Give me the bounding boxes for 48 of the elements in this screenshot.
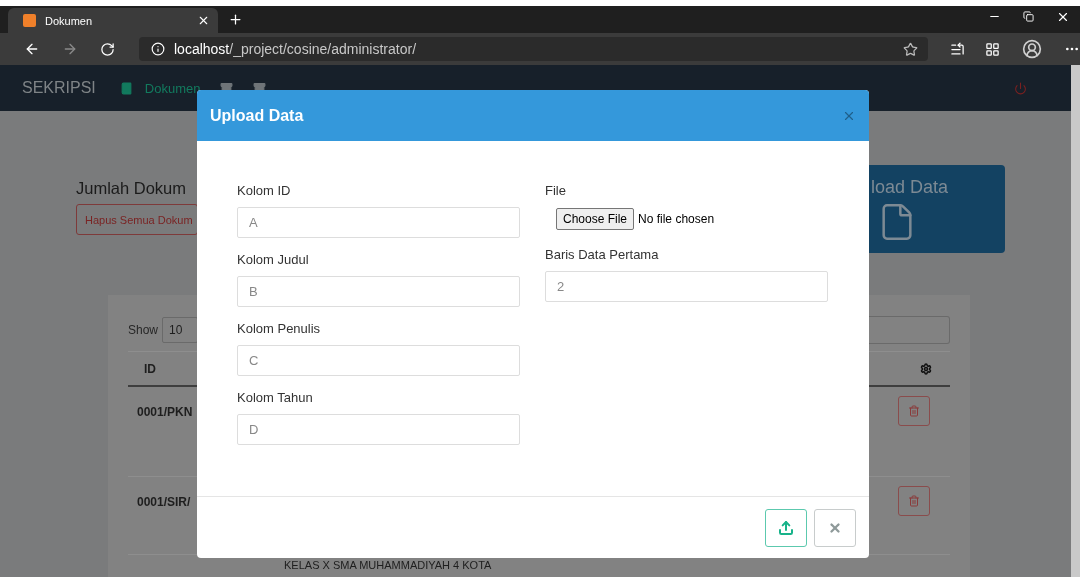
- dialog-title: Upload Data: [210, 106, 305, 125]
- restore-icon[interactable]: [1023, 9, 1034, 24]
- close-tab-icon[interactable]: [197, 14, 210, 27]
- info-icon: [151, 42, 165, 56]
- upload-icon: [778, 519, 794, 536]
- table-cell-text: 0001/PKN: [137, 404, 193, 419]
- favorites-icon[interactable]: [950, 41, 965, 57]
- nav-link[interactable]: Dokumen: [119, 80, 201, 96]
- cancel-button[interactable]: [814, 508, 856, 547]
- input-field[interactable]: C: [237, 345, 520, 376]
- column-header: ID: [144, 361, 156, 376]
- table-cell: KELAS X SMA MUHAMMADIYAH 4 KOTA: [284, 559, 492, 571]
- field-label: File: [545, 183, 567, 200]
- choose-file-button[interactable]: Choose File: [556, 208, 635, 230]
- tab-title: Dokumen: [45, 14, 94, 27]
- field-label: Kolom Judul: [237, 252, 310, 269]
- file-status: No file chosen: [638, 212, 715, 226]
- site-icon: [23, 14, 36, 27]
- star-icon[interactable]: [903, 41, 918, 57]
- input-field[interactable]: 2: [545, 271, 828, 302]
- upload-card[interactable]: load Data: [869, 165, 1005, 253]
- refresh-icon[interactable]: [100, 41, 115, 57]
- trash-icon: [908, 495, 920, 507]
- input-field[interactable]: D: [237, 414, 520, 445]
- profile-icon[interactable]: [1022, 39, 1042, 59]
- book-icon: [119, 81, 133, 95]
- scrollbar[interactable]: [1071, 65, 1080, 577]
- back-icon[interactable]: [24, 41, 40, 57]
- address-bar[interactable]: localhost/_project/cosine/administrator/: [139, 37, 928, 61]
- input-field[interactable]: B: [237, 276, 520, 307]
- trash-icon: [908, 405, 920, 417]
- field-label: Baris Data Pertama: [545, 247, 660, 264]
- field-label: Kolom ID: [237, 183, 292, 200]
- show-label: Show: [128, 323, 159, 337]
- new-tab-icon[interactable]: [228, 12, 243, 27]
- settings-icon: [920, 362, 932, 375]
- field-label: Kolom Tahun: [237, 390, 314, 407]
- upload-button[interactable]: [765, 508, 807, 547]
- field-label: Kolom Penulis: [237, 321, 322, 338]
- close-icon: [828, 520, 842, 535]
- table-cell-text: 0001/SIR/: [137, 494, 191, 509]
- browser-tab[interactable]: Dokumen: [8, 8, 218, 33]
- brand-name[interactable]: SEKRIPSI: [22, 79, 96, 97]
- input-field[interactable]: A: [237, 207, 520, 238]
- forward-icon[interactable]: [62, 41, 78, 57]
- collections-icon[interactable]: [985, 41, 1000, 57]
- page-heading: Jumlah Dokum: [76, 179, 188, 198]
- url-text: localhost/_project/cosine/administrator/: [174, 40, 418, 58]
